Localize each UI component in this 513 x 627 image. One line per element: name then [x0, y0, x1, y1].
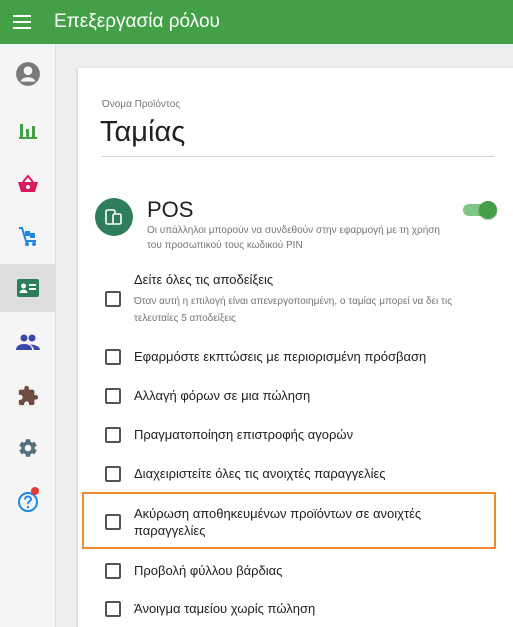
menu-icon — [13, 15, 31, 29]
gear-icon — [19, 439, 37, 457]
app-bar: Επεξεργασία ρόλου — [0, 0, 513, 44]
permission-checkbox-view-receipts[interactable] — [105, 291, 121, 307]
permission-sublabel: Όταν αυτή η επιλογή είναι απενεργοποιημέ… — [134, 296, 453, 324]
account-circle-icon — [16, 62, 40, 86]
name-field-underline — [102, 156, 494, 157]
pos-section-title: POS — [147, 197, 194, 222]
pos-toggle[interactable] — [461, 201, 497, 219]
permission-label: Διαχειριστείτε όλες τις ανοιχτές παραγγε… — [134, 466, 386, 481]
sidebar-item-inventory[interactable] — [0, 212, 56, 260]
sidebar-item-customers[interactable] — [0, 318, 56, 366]
sidebar-item-account[interactable] — [0, 50, 56, 98]
sidebar-item-help[interactable] — [0, 478, 56, 526]
pos-toggle-thumb — [479, 201, 497, 219]
pos-device-icon — [95, 198, 133, 236]
permission-label: Προβολή φύλλου βάρδιας — [134, 563, 283, 578]
pos-section-description: Οι υπάλληλοι μπορούν να συνδεθούν στην ε… — [147, 225, 440, 251]
menu-button[interactable] — [0, 0, 44, 44]
permission-label: Άνοιγμα ταμείου χωρίς πώληση — [134, 601, 316, 616]
name-field-input[interactable]: Ταμίας — [100, 116, 185, 149]
puzzle-icon — [18, 385, 39, 406]
people-icon — [16, 334, 40, 350]
basket-icon — [18, 174, 38, 192]
sidebar-item-integrations[interactable] — [0, 372, 56, 420]
permission-checkbox-void-saved-items[interactable] — [105, 514, 121, 530]
permission-checkbox-refunds[interactable] — [105, 427, 121, 443]
sidebar-item-employees[interactable] — [0, 264, 56, 312]
permission-checkbox-shift-report[interactable] — [105, 563, 121, 579]
name-field-label: Όνομα Προϊόντος — [102, 99, 181, 110]
sidebar-item-items[interactable] — [0, 160, 56, 208]
permission-label: Δείτε όλες τις αποδείξεις — [134, 272, 274, 287]
permission-label: Εφαρμόστε εκπτώσεις με περιορισμένη πρόσ… — [134, 349, 427, 364]
cart-icon — [19, 227, 36, 246]
page-title: Επεξεργασία ρόλου — [54, 11, 220, 32]
sidebar-nav — [0, 44, 56, 627]
permission-checkbox-taxes[interactable] — [105, 388, 121, 404]
sidebar-item-settings[interactable] — [0, 424, 56, 472]
permission-checkbox-open-orders[interactable] — [105, 466, 121, 482]
notification-badge — [31, 487, 39, 495]
permission-checkbox-open-drawer[interactable] — [105, 601, 121, 617]
sidebar-item-reports[interactable] — [0, 106, 56, 154]
id-card-icon — [17, 279, 39, 297]
permission-label: Πραγματοποίηση επιστροφής αγορών — [134, 427, 354, 442]
bar-chart-icon — [19, 124, 37, 139]
permission-checkbox-discounts[interactable] — [105, 349, 121, 365]
permission-label: Ακύρωση αποθηκευμένων προϊόντων σε ανοιχ… — [134, 506, 422, 538]
permission-label: Αλλαγή φόρων σε μια πώληση — [134, 388, 311, 403]
